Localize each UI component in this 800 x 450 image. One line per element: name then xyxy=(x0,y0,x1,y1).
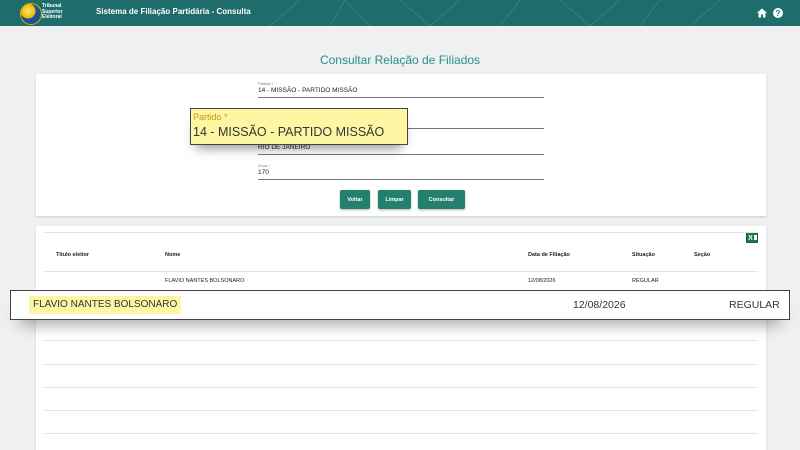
zoom-data: 12/08/2026 xyxy=(573,299,626,311)
col-situacao: Situação xyxy=(632,252,655,258)
row-divider xyxy=(44,340,758,341)
top-bar: Tribunal Superior Eleitoral Sistema de F… xyxy=(0,0,800,26)
partido-zoom-label: Partido * xyxy=(193,112,228,122)
tse-logo[interactable]: Tribunal Superior Eleitoral xyxy=(20,3,82,25)
voltar-button[interactable]: Voltar xyxy=(340,190,370,209)
table-header: Título eleitor Nome Data de Filiação Sit… xyxy=(36,252,766,264)
row-divider xyxy=(44,410,758,411)
row-data: 12/08/2026 xyxy=(528,278,556,284)
col-secao: Seção xyxy=(694,252,711,258)
help-icon[interactable]: ? xyxy=(772,7,784,19)
zoom-situacao: REGULAR xyxy=(729,299,780,311)
page-title: Consultar Relação de Filiados xyxy=(319,53,481,67)
col-titulo-eleitor: Título eleitor xyxy=(56,252,89,258)
zoom-nome: FLAVIO NANTES BOLSONARO xyxy=(29,296,182,314)
row-divider xyxy=(44,433,758,434)
svg-text:?: ? xyxy=(776,9,781,18)
row-nome: FLAVIO NANTES BOLSONARO xyxy=(165,278,245,284)
svg-text:X: X xyxy=(748,235,753,242)
zona-select[interactable]: Zona * 170 xyxy=(258,163,544,180)
partido-zoom-value: 14 - MISSÃO - PARTIDO MISSÃO xyxy=(193,125,385,139)
tse-emblem-icon xyxy=(20,3,42,25)
row-divider xyxy=(44,364,758,365)
row-divider xyxy=(44,387,758,388)
row-divider xyxy=(44,271,758,272)
search-form-card: Partido * 14 - MISSÃO - PARTIDO MISSÃO R… xyxy=(36,74,766,216)
row-situacao: REGULAR xyxy=(632,278,659,284)
export-excel-icon[interactable]: X xyxy=(746,232,758,243)
result-row-zoom-callout: FLAVIO NANTES BOLSONARO 12/08/2026 REGUL… xyxy=(10,290,790,320)
logo-line-3: Eleitoral xyxy=(42,14,62,20)
limpar-button[interactable]: Limpar xyxy=(378,190,411,209)
col-nome: Nome xyxy=(165,252,181,258)
table-top-rule xyxy=(44,232,758,233)
app-title: Sistema de Filiação Partidária - Consult… xyxy=(96,7,251,16)
partido-value: 14 - MISSÃO - PARTIDO MISSÃO xyxy=(258,87,358,94)
col-data-filiacao: Data de Filiação xyxy=(528,252,570,258)
results-table-card: X Título eleitor Nome Data de Filiação S… xyxy=(36,226,766,450)
partido-select[interactable]: Partido * 14 - MISSÃO - PARTIDO MISSÃO xyxy=(258,81,544,98)
partido-zoom-callout: Partido * 14 - MISSÃO - PARTIDO MISSÃO xyxy=(190,108,408,145)
zona-value: 170 xyxy=(258,169,269,176)
consultar-button[interactable]: Consultar xyxy=(418,190,465,209)
home-icon[interactable] xyxy=(756,7,768,19)
municipio-value: RIO DE JANEIRO xyxy=(258,144,311,151)
